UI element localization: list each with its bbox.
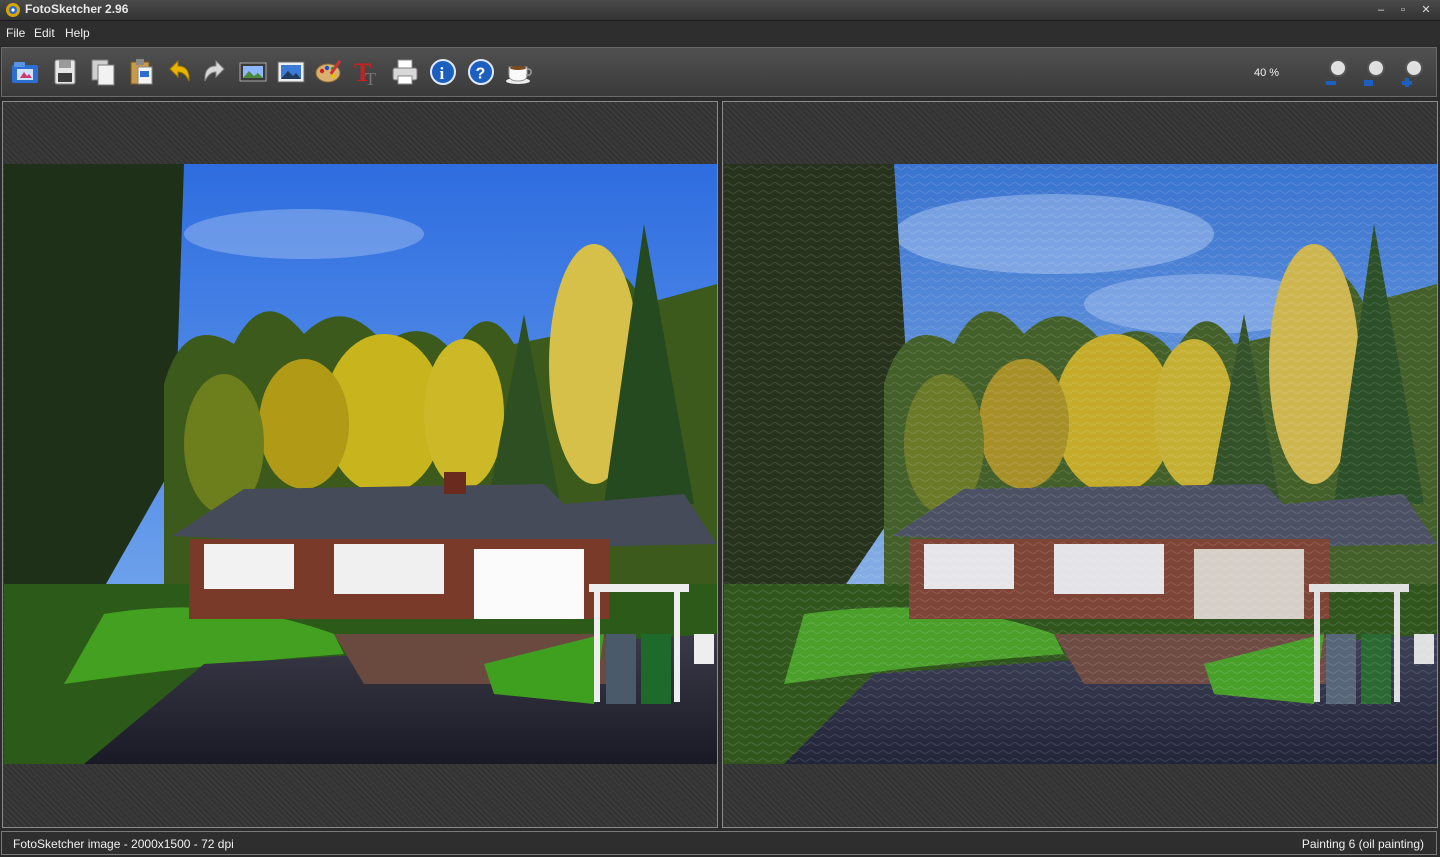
zoom-actual-icon [1361, 59, 1385, 86]
zoom-level: 40 % [1254, 67, 1280, 79]
zoom-in-icon [1399, 59, 1423, 87]
help-icon: ? [468, 59, 494, 85]
effect-name: Painting 6 (oil painting) [1301, 837, 1424, 851]
menu-bar: File Edit Help [0, 21, 1440, 45]
batch-icon [239, 62, 267, 82]
paste-button[interactable] [124, 55, 158, 89]
paste-icon [130, 59, 153, 85]
restore-button[interactable]: ▫ [1394, 2, 1412, 18]
svg-text:i: i [440, 64, 445, 83]
copy-icon [91, 59, 115, 86]
print-button[interactable] [388, 55, 422, 89]
print-icon [392, 59, 418, 85]
original-photo [4, 164, 717, 764]
original-image-panel[interactable] [2, 101, 718, 828]
zoom-out-icon [1323, 59, 1347, 85]
image-info: FotoSketcher image - 2000x1500 - 72 dpi [13, 837, 234, 851]
close-button[interactable]: ✕ [1417, 2, 1435, 18]
open-button[interactable] [8, 55, 42, 89]
save-icon [54, 59, 76, 85]
menu-edit[interactable]: Edit [34, 26, 55, 40]
donate-icon [506, 66, 532, 84]
zoom-actual-button[interactable] [1358, 55, 1392, 89]
palette-icon [315, 59, 342, 83]
status-bar: FotoSketcher image - 2000x1500 - 72 dpi … [1, 831, 1437, 855]
help-button[interactable]: ? [464, 55, 498, 89]
copy-button[interactable] [86, 55, 120, 89]
svg-text:T: T [365, 69, 376, 87]
undo-button[interactable] [162, 55, 196, 89]
menu-file[interactable]: File [6, 26, 25, 40]
result-photo [724, 164, 1437, 764]
info-icon: i [430, 59, 456, 85]
open-icon [12, 62, 38, 83]
app-icon [6, 3, 20, 17]
donate-button[interactable] [502, 55, 536, 89]
svg-text:?: ? [476, 66, 486, 83]
text-icon: T T [354, 58, 376, 87]
redo-icon [204, 59, 225, 82]
house-photo-original [4, 164, 717, 764]
menu-help[interactable]: Help [65, 26, 90, 40]
minimize-button[interactable]: – [1372, 2, 1390, 18]
info-button[interactable]: i [426, 55, 460, 89]
zoom-out-button[interactable] [1320, 55, 1354, 89]
save-button[interactable] [48, 55, 82, 89]
house-photo-painting [724, 164, 1437, 764]
title-bar: FotoSketcher 2.96 – ▫ ✕ [0, 0, 1440, 21]
frame-button[interactable] [274, 55, 308, 89]
result-image-panel[interactable] [722, 101, 1438, 828]
frame-icon [277, 61, 305, 83]
toolbar: T T i ? 40 % [1, 47, 1437, 97]
redo-button[interactable] [198, 55, 232, 89]
palette-button[interactable] [312, 55, 346, 89]
text-button[interactable]: T T [350, 55, 384, 89]
window-title: FotoSketcher 2.96 [25, 2, 129, 16]
batch-button[interactable] [236, 55, 270, 89]
undo-icon [169, 59, 190, 82]
zoom-in-button[interactable] [1396, 55, 1430, 89]
